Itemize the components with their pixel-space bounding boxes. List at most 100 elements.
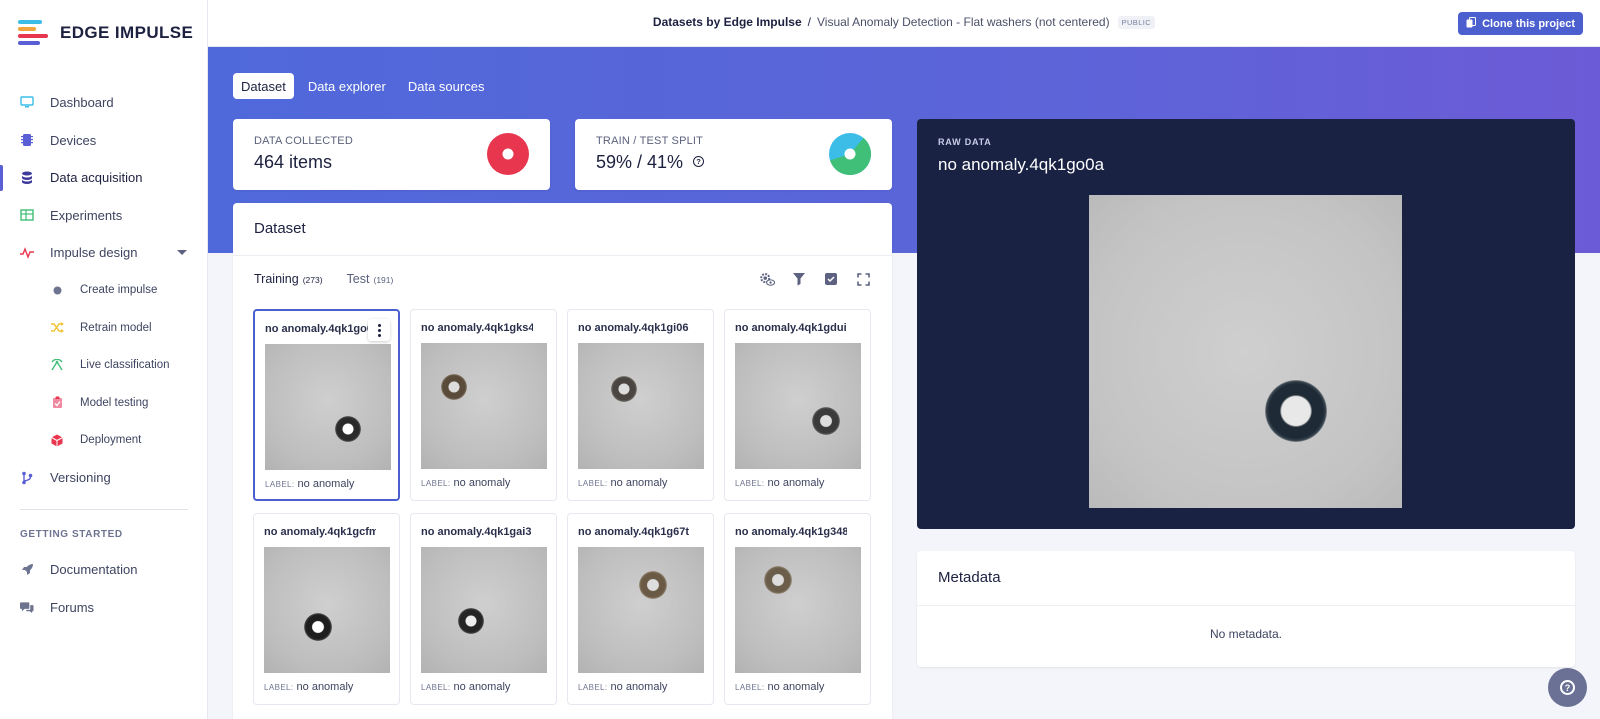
more-options-icon[interactable] <box>368 319 390 341</box>
help-button[interactable]: ? <box>1548 668 1587 707</box>
clone-project-label: Clone this project <box>1482 17 1575 30</box>
shuffle-icon <box>50 321 64 335</box>
sample-label: LABEL: no anomaly <box>578 681 667 693</box>
sidebar-item-versioning[interactable]: Versioning <box>0 459 207 497</box>
tab-test[interactable]: Test (191) <box>347 272 394 286</box>
filter-icon[interactable] <box>791 271 807 287</box>
sample-name: no anomaly.4qk1gdui <box>735 322 847 334</box>
tab-data-sources[interactable]: Data sources <box>400 73 493 99</box>
train-test-split-donut <box>829 133 871 175</box>
sidebar-item-forums[interactable]: Forums <box>0 589 207 627</box>
label-prefix: LABEL: <box>578 683 608 692</box>
sample-label: LABEL: no anomaly <box>421 681 510 693</box>
sidebar-subitem-label: Create impulse <box>80 284 158 297</box>
breadcrumb-org[interactable]: Datasets by Edge Impulse <box>653 15 802 29</box>
washer-image <box>812 407 840 435</box>
monitor-icon <box>20 96 34 110</box>
sample-name: no anomaly.4qk1gcfm <box>264 526 376 538</box>
sample-card[interactable]: no anomaly.4qk1go0a LABEL: no anomaly <box>253 309 400 501</box>
gear-eye-icon[interactable] <box>759 271 775 287</box>
metadata-empty-text: No metadata. <box>1209 627 1283 641</box>
sidebar-item-label: Data acquisition <box>50 170 143 186</box>
sidebar-item-label: Documentation <box>50 562 138 578</box>
tab-training-count: (273) <box>302 275 323 285</box>
sample-image <box>578 547 704 673</box>
label-prefix: LABEL: <box>735 683 765 692</box>
label-prefix: LABEL: <box>264 683 294 692</box>
logo[interactable]: EDGE IMPULSE <box>18 20 193 46</box>
washer-image <box>611 376 637 402</box>
help-circle-icon[interactable]: ? <box>693 155 705 167</box>
rocket-icon <box>20 563 34 577</box>
expand-icon[interactable] <box>855 271 871 287</box>
metadata-title: Metadata <box>938 569 1001 586</box>
sample-card[interactable]: no anomaly.4qk1g67t LABEL: no anomaly <box>567 513 714 705</box>
sidebar-item-label: Dashboard <box>50 95 114 111</box>
sidebar-item-data-acquisition[interactable]: Data acquisition <box>0 159 207 197</box>
sample-label: LABEL: no anomaly <box>735 477 824 489</box>
sidebar-subitem-retrain-model[interactable]: Retrain model <box>0 309 207 347</box>
label-value: no anomaly <box>610 681 668 693</box>
label-value: no anomaly <box>767 477 825 489</box>
sample-name: no anomaly.4qk1g67t <box>578 526 690 538</box>
label-prefix: LABEL: <box>578 479 608 488</box>
sample-card[interactable]: no anomaly.4qk1gi06 LABEL: no anomaly <box>567 309 714 501</box>
tab-data-explorer[interactable]: Data explorer <box>300 73 394 99</box>
sample-card[interactable]: no anomaly.4qk1gai3 LABEL: no anomaly <box>410 513 557 705</box>
washer-image <box>1265 380 1327 442</box>
sidebar-subitem-label: Retrain model <box>80 321 152 334</box>
sidebar-subitem-label: Live classification <box>80 359 170 372</box>
data-collected-card: DATA COLLECTED 464 items <box>233 119 550 190</box>
washer-image <box>304 613 332 641</box>
train-test-split-card: TRAIN / TEST SPLIT 59% / 41%? <box>575 119 892 190</box>
sidebar-item-experiments[interactable]: Experiments <box>0 197 207 235</box>
washer-image <box>764 566 792 594</box>
sample-image <box>578 343 704 469</box>
tab-dataset[interactable]: Dataset <box>233 73 294 99</box>
sidebar-item-impulse-design[interactable]: Impulse design <box>0 234 207 272</box>
train-test-split-value: 59% / 41% <box>596 152 684 172</box>
antenna-icon <box>50 358 64 372</box>
sample-label: LABEL: no anomaly <box>265 478 354 490</box>
tab-test-label: Test <box>346 272 370 286</box>
label-value: no anomaly <box>453 681 511 693</box>
dataset-title: Dataset <box>254 220 306 237</box>
data-collected-donut <box>487 133 529 175</box>
data-collected-value: 464 items <box>254 152 333 172</box>
sidebar-section-title: GETTING STARTED <box>20 529 123 540</box>
sidebar-item-documentation[interactable]: Documentation <box>0 551 207 589</box>
label-prefix: LABEL: <box>735 479 765 488</box>
breadcrumb: Datasets by Edge Impulse / Visual Anomaly … <box>208 15 1600 30</box>
label-value: no anomaly <box>610 477 668 489</box>
sidebar-item-devices[interactable]: Devices <box>0 122 207 160</box>
sample-name: no anomaly.4qk1gi06 <box>578 322 689 334</box>
chevron-down-icon[interactable] <box>177 250 187 255</box>
sidebar-help-nav: Documentation Forums <box>0 551 207 626</box>
sample-label: LABEL: no anomaly <box>735 681 824 693</box>
raw-data-label: RAW DATA <box>938 137 992 147</box>
sample-name: no anomaly.4qk1go0a <box>265 323 377 335</box>
sidebar-subitem-deployment[interactable]: Deployment <box>0 422 207 460</box>
sidebar-subitem-live-classification[interactable]: Live classification <box>0 347 207 385</box>
sample-card[interactable]: no anomaly.4qk1gcfm LABEL: no anomaly <box>253 513 400 705</box>
sample-card[interactable]: no anomaly.4qk1g348 LABEL: no anomaly <box>724 513 871 705</box>
breadcrumb-project: Visual Anomaly Detection - Flat washers … <box>816 15 1110 29</box>
sidebar-subitem-create-impulse[interactable]: Create impulse <box>0 272 207 310</box>
sample-card[interactable]: no anomaly.4qk1gks4 LABEL: no anomaly <box>410 309 557 501</box>
sidebar-item-dashboard[interactable]: Dashboard <box>0 84 207 122</box>
sample-label: LABEL: no anomaly <box>421 477 510 489</box>
clone-project-button[interactable]: Clone this project <box>1458 12 1583 35</box>
metadata-divider <box>917 605 1575 606</box>
sidebar-item-label: Impulse design <box>50 245 138 261</box>
clipboard-check-icon <box>50 396 64 410</box>
washer-image <box>441 374 467 400</box>
tab-training[interactable]: Training (273) <box>254 272 323 286</box>
raw-data-panel: RAW DATA no anomaly.4qk1go0a <box>917 119 1575 529</box>
select-checkbox-icon[interactable] <box>823 271 839 287</box>
sidebar: EDGE IMPULSE Dashboard Devices Data acqu… <box>0 0 208 719</box>
dataset-panel: Dataset Training (273) Test (191) no anoma… <box>233 203 892 719</box>
sidebar-item-label: Experiments <box>50 207 123 223</box>
sample-card[interactable]: no anomaly.4qk1gdui LABEL: no anomaly <box>724 309 871 501</box>
sidebar-subitem-model-testing[interactable]: Model testing <box>0 384 207 422</box>
raw-data-image <box>1089 195 1402 508</box>
